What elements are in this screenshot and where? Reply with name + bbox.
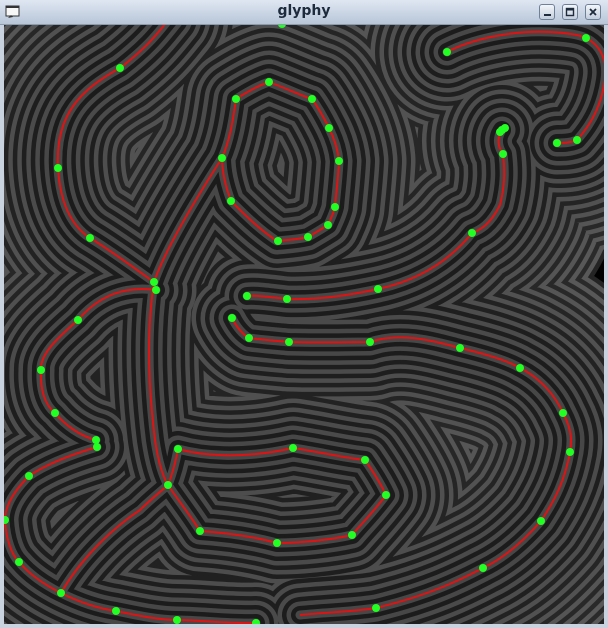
control-point	[553, 139, 561, 147]
minimize-button[interactable]	[539, 4, 555, 20]
control-point	[173, 616, 181, 624]
control-point	[308, 95, 316, 103]
window-title: glyphy	[277, 3, 331, 19]
control-point	[174, 445, 182, 453]
control-point	[573, 136, 581, 144]
control-point	[468, 229, 476, 237]
control-point	[57, 589, 65, 597]
control-point	[265, 78, 273, 86]
window-bottom-border	[0, 624, 608, 628]
control-point	[243, 292, 251, 300]
render-canvas[interactable]	[4, 25, 604, 624]
control-point	[516, 364, 524, 372]
control-point	[335, 157, 343, 165]
maximize-icon	[565, 7, 575, 17]
control-point	[566, 448, 574, 456]
control-point	[479, 564, 487, 572]
control-point	[372, 604, 380, 612]
control-point	[74, 316, 82, 324]
control-point	[150, 278, 158, 286]
control-point	[15, 558, 23, 566]
control-point	[232, 95, 240, 103]
control-point	[92, 436, 100, 444]
control-point	[86, 234, 94, 242]
control-point	[443, 48, 451, 56]
control-point	[382, 491, 390, 499]
control-point	[164, 481, 172, 489]
control-point	[348, 531, 356, 539]
control-point	[285, 338, 293, 346]
control-point	[537, 517, 545, 525]
close-icon	[589, 8, 597, 16]
control-point	[496, 128, 504, 136]
control-point	[196, 527, 204, 535]
control-point	[37, 366, 45, 374]
control-point	[245, 334, 253, 342]
minimize-icon	[544, 14, 551, 16]
control-point	[331, 203, 339, 211]
control-point	[289, 444, 297, 452]
close-button[interactable]	[585, 4, 601, 20]
control-point	[152, 286, 160, 294]
application-window: glyphy	[0, 0, 608, 628]
distance-field-bands	[4, 25, 604, 624]
control-point	[25, 472, 33, 480]
control-point	[559, 409, 567, 417]
title-bar[interactable]: glyphy	[0, 0, 608, 25]
control-point	[324, 221, 332, 229]
control-point	[274, 237, 282, 245]
control-point	[582, 34, 590, 42]
control-point	[304, 233, 312, 241]
control-point	[325, 124, 333, 132]
control-point	[54, 164, 62, 172]
control-point	[283, 295, 291, 303]
control-point	[218, 154, 226, 162]
control-point	[499, 150, 507, 158]
control-point	[361, 456, 369, 464]
control-point	[456, 344, 464, 352]
control-point	[116, 64, 124, 72]
control-point	[227, 197, 235, 205]
control-point	[93, 443, 101, 451]
control-point	[366, 338, 374, 346]
control-point	[112, 607, 120, 615]
control-point	[273, 539, 281, 547]
control-point	[228, 314, 236, 322]
control-point	[51, 409, 59, 417]
control-point	[374, 285, 382, 293]
maximize-button[interactable]	[562, 4, 578, 20]
glyph-render	[4, 25, 604, 624]
